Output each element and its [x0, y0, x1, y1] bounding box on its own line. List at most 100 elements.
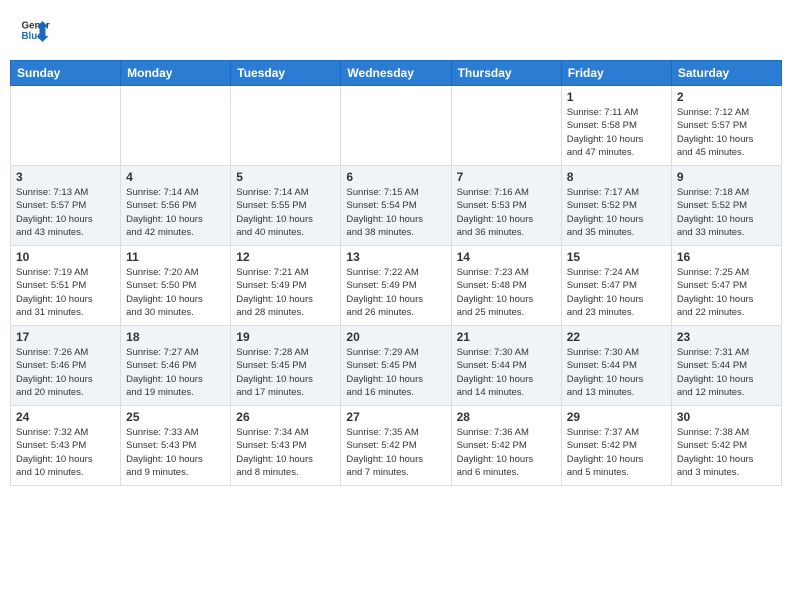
day-number: 25 — [126, 410, 225, 424]
day-number: 19 — [236, 330, 335, 344]
calendar-cell: 7 Sunrise: 7:16 AM Sunset: 5:53 PM Daylig… — [451, 166, 561, 246]
calendar-week-5: 24 Sunrise: 7:32 AM Sunset: 5:43 PM Dayli… — [11, 406, 782, 486]
calendar-cell: 8 Sunrise: 7:17 AM Sunset: 5:52 PM Daylig… — [561, 166, 671, 246]
day-info: Sunrise: 7:33 AM Sunset: 5:43 PM Dayligh… — [126, 426, 225, 479]
calendar-cell: 23 Sunrise: 7:31 AM Sunset: 5:44 PM Dayli… — [671, 326, 781, 406]
day-number: 13 — [346, 250, 445, 264]
day-number: 16 — [677, 250, 776, 264]
calendar-table: SundayMondayTuesdayWednesdayThursdayFrid… — [10, 60, 782, 486]
day-info: Sunrise: 7:19 AM Sunset: 5:51 PM Dayligh… — [16, 266, 115, 319]
calendar-cell: 9 Sunrise: 7:18 AM Sunset: 5:52 PM Daylig… — [671, 166, 781, 246]
calendar-cell: 5 Sunrise: 7:14 AM Sunset: 5:55 PM Daylig… — [231, 166, 341, 246]
day-info: Sunrise: 7:20 AM Sunset: 5:50 PM Dayligh… — [126, 266, 225, 319]
day-number: 8 — [567, 170, 666, 184]
day-info: Sunrise: 7:29 AM Sunset: 5:45 PM Dayligh… — [346, 346, 445, 399]
weekday-header-friday: Friday — [561, 61, 671, 86]
calendar-cell: 30 Sunrise: 7:38 AM Sunset: 5:42 PM Dayli… — [671, 406, 781, 486]
day-info: Sunrise: 7:32 AM Sunset: 5:43 PM Dayligh… — [16, 426, 115, 479]
day-info: Sunrise: 7:14 AM Sunset: 5:55 PM Dayligh… — [236, 186, 335, 239]
day-info: Sunrise: 7:21 AM Sunset: 5:49 PM Dayligh… — [236, 266, 335, 319]
day-number: 4 — [126, 170, 225, 184]
calendar-week-1: 1 Sunrise: 7:11 AM Sunset: 5:58 PM Daylig… — [11, 86, 782, 166]
day-number: 7 — [457, 170, 556, 184]
day-number: 20 — [346, 330, 445, 344]
day-number: 23 — [677, 330, 776, 344]
day-number: 22 — [567, 330, 666, 344]
day-info: Sunrise: 7:36 AM Sunset: 5:42 PM Dayligh… — [457, 426, 556, 479]
day-number: 12 — [236, 250, 335, 264]
calendar-cell — [121, 86, 231, 166]
day-number: 29 — [567, 410, 666, 424]
calendar-cell: 13 Sunrise: 7:22 AM Sunset: 5:49 PM Dayli… — [341, 246, 451, 326]
calendar-cell: 29 Sunrise: 7:37 AM Sunset: 5:42 PM Dayli… — [561, 406, 671, 486]
weekday-header-saturday: Saturday — [671, 61, 781, 86]
calendar-cell: 11 Sunrise: 7:20 AM Sunset: 5:50 PM Dayli… — [121, 246, 231, 326]
calendar-cell: 25 Sunrise: 7:33 AM Sunset: 5:43 PM Dayli… — [121, 406, 231, 486]
calendar-cell: 14 Sunrise: 7:23 AM Sunset: 5:48 PM Dayli… — [451, 246, 561, 326]
day-info: Sunrise: 7:35 AM Sunset: 5:42 PM Dayligh… — [346, 426, 445, 479]
day-info: Sunrise: 7:37 AM Sunset: 5:42 PM Dayligh… — [567, 426, 666, 479]
calendar-cell — [451, 86, 561, 166]
calendar-cell: 18Sunrise: 7:27 AM Sunset: 5:46 PM Dayli… — [121, 326, 231, 406]
calendar-cell: 17Sunrise: 7:26 AM Sunset: 5:46 PM Dayli… — [11, 326, 121, 406]
calendar-cell: 12 Sunrise: 7:21 AM Sunset: 5:49 PM Dayli… — [231, 246, 341, 326]
weekday-header-tuesday: Tuesday — [231, 61, 341, 86]
calendar-cell: 15Sunrise: 7:24 AM Sunset: 5:47 PM Dayli… — [561, 246, 671, 326]
calendar-week-3: 10 Sunrise: 7:19 AM Sunset: 5:51 PM Dayli… — [11, 246, 782, 326]
calendar-cell — [341, 86, 451, 166]
day-number: 21 — [457, 330, 556, 344]
day-info: Sunrise: 7:18 AM Sunset: 5:52 PM Dayligh… — [677, 186, 776, 239]
day-number: 2 — [677, 90, 776, 104]
calendar-cell: 1 Sunrise: 7:11 AM Sunset: 5:58 PM Daylig… — [561, 86, 671, 166]
day-info: Sunrise: 7:34 AM Sunset: 5:43 PM Dayligh… — [236, 426, 335, 479]
day-info: Sunrise: 7:27 AM Sunset: 5:46 PM Dayligh… — [126, 346, 225, 399]
weekday-header-sunday: Sunday — [11, 61, 121, 86]
weekday-header-thursday: Thursday — [451, 61, 561, 86]
day-info: Sunrise: 7:13 AM Sunset: 5:57 PM Dayligh… — [16, 186, 115, 239]
day-info: Sunrise: 7:31 AM Sunset: 5:44 PM Dayligh… — [677, 346, 776, 399]
calendar-cell: 4 Sunrise: 7:14 AM Sunset: 5:56 PM Daylig… — [121, 166, 231, 246]
calendar-cell — [231, 86, 341, 166]
day-info: Sunrise: 7:25 AM Sunset: 5:47 PM Dayligh… — [677, 266, 776, 319]
calendar-cell: 21 Sunrise: 7:30 AM Sunset: 5:44 PM Dayli… — [451, 326, 561, 406]
calendar-cell: 16 Sunrise: 7:25 AM Sunset: 5:47 PM Dayli… — [671, 246, 781, 326]
day-info: Sunrise: 7:14 AM Sunset: 5:56 PM Dayligh… — [126, 186, 225, 239]
day-number: 24 — [16, 410, 115, 424]
calendar-cell — [11, 86, 121, 166]
calendar-week-4: 17Sunrise: 7:26 AM Sunset: 5:46 PM Dayli… — [11, 326, 782, 406]
day-number: 17 — [16, 330, 115, 344]
day-info: Sunrise: 7:16 AM Sunset: 5:53 PM Dayligh… — [457, 186, 556, 239]
day-info: Sunrise: 7:30 AM Sunset: 5:44 PM Dayligh… — [457, 346, 556, 399]
day-info: Sunrise: 7:22 AM Sunset: 5:49 PM Dayligh… — [346, 266, 445, 319]
weekday-header-wednesday: Wednesday — [341, 61, 451, 86]
day-number: 30 — [677, 410, 776, 424]
calendar-cell: 20 Sunrise: 7:29 AM Sunset: 5:45 PM Dayli… — [341, 326, 451, 406]
day-number: 11 — [126, 250, 225, 264]
day-number: 28 — [457, 410, 556, 424]
day-info: Sunrise: 7:15 AM Sunset: 5:54 PM Dayligh… — [346, 186, 445, 239]
calendar-cell: 27 Sunrise: 7:35 AM Sunset: 5:42 PM Dayli… — [341, 406, 451, 486]
calendar-cell: 28 Sunrise: 7:36 AM Sunset: 5:42 PM Dayli… — [451, 406, 561, 486]
calendar-week-2: 3Sunrise: 7:13 AM Sunset: 5:57 PM Daylig… — [11, 166, 782, 246]
day-number: 14 — [457, 250, 556, 264]
calendar-cell: 3Sunrise: 7:13 AM Sunset: 5:57 PM Daylig… — [11, 166, 121, 246]
calendar-cell: 10 Sunrise: 7:19 AM Sunset: 5:51 PM Dayli… — [11, 246, 121, 326]
calendar-cell: 19Sunrise: 7:28 AM Sunset: 5:45 PM Dayli… — [231, 326, 341, 406]
day-info: Sunrise: 7:23 AM Sunset: 5:48 PM Dayligh… — [457, 266, 556, 319]
day-number: 27 — [346, 410, 445, 424]
calendar-cell: 6Sunrise: 7:15 AM Sunset: 5:54 PM Daylig… — [341, 166, 451, 246]
calendar-cell: 24 Sunrise: 7:32 AM Sunset: 5:43 PM Dayli… — [11, 406, 121, 486]
day-number: 26 — [236, 410, 335, 424]
logo-icon: General Blue — [20, 15, 50, 45]
day-number: 10 — [16, 250, 115, 264]
day-info: Sunrise: 7:38 AM Sunset: 5:42 PM Dayligh… — [677, 426, 776, 479]
day-info: Sunrise: 7:12 AM Sunset: 5:57 PM Dayligh… — [677, 106, 776, 159]
calendar-cell: 26 Sunrise: 7:34 AM Sunset: 5:43 PM Dayli… — [231, 406, 341, 486]
day-info: Sunrise: 7:17 AM Sunset: 5:52 PM Dayligh… — [567, 186, 666, 239]
day-number: 9 — [677, 170, 776, 184]
day-info: Sunrise: 7:11 AM Sunset: 5:58 PM Dayligh… — [567, 106, 666, 159]
day-number: 5 — [236, 170, 335, 184]
logo: General Blue — [20, 15, 50, 45]
day-number: 1 — [567, 90, 666, 104]
day-number: 15 — [567, 250, 666, 264]
